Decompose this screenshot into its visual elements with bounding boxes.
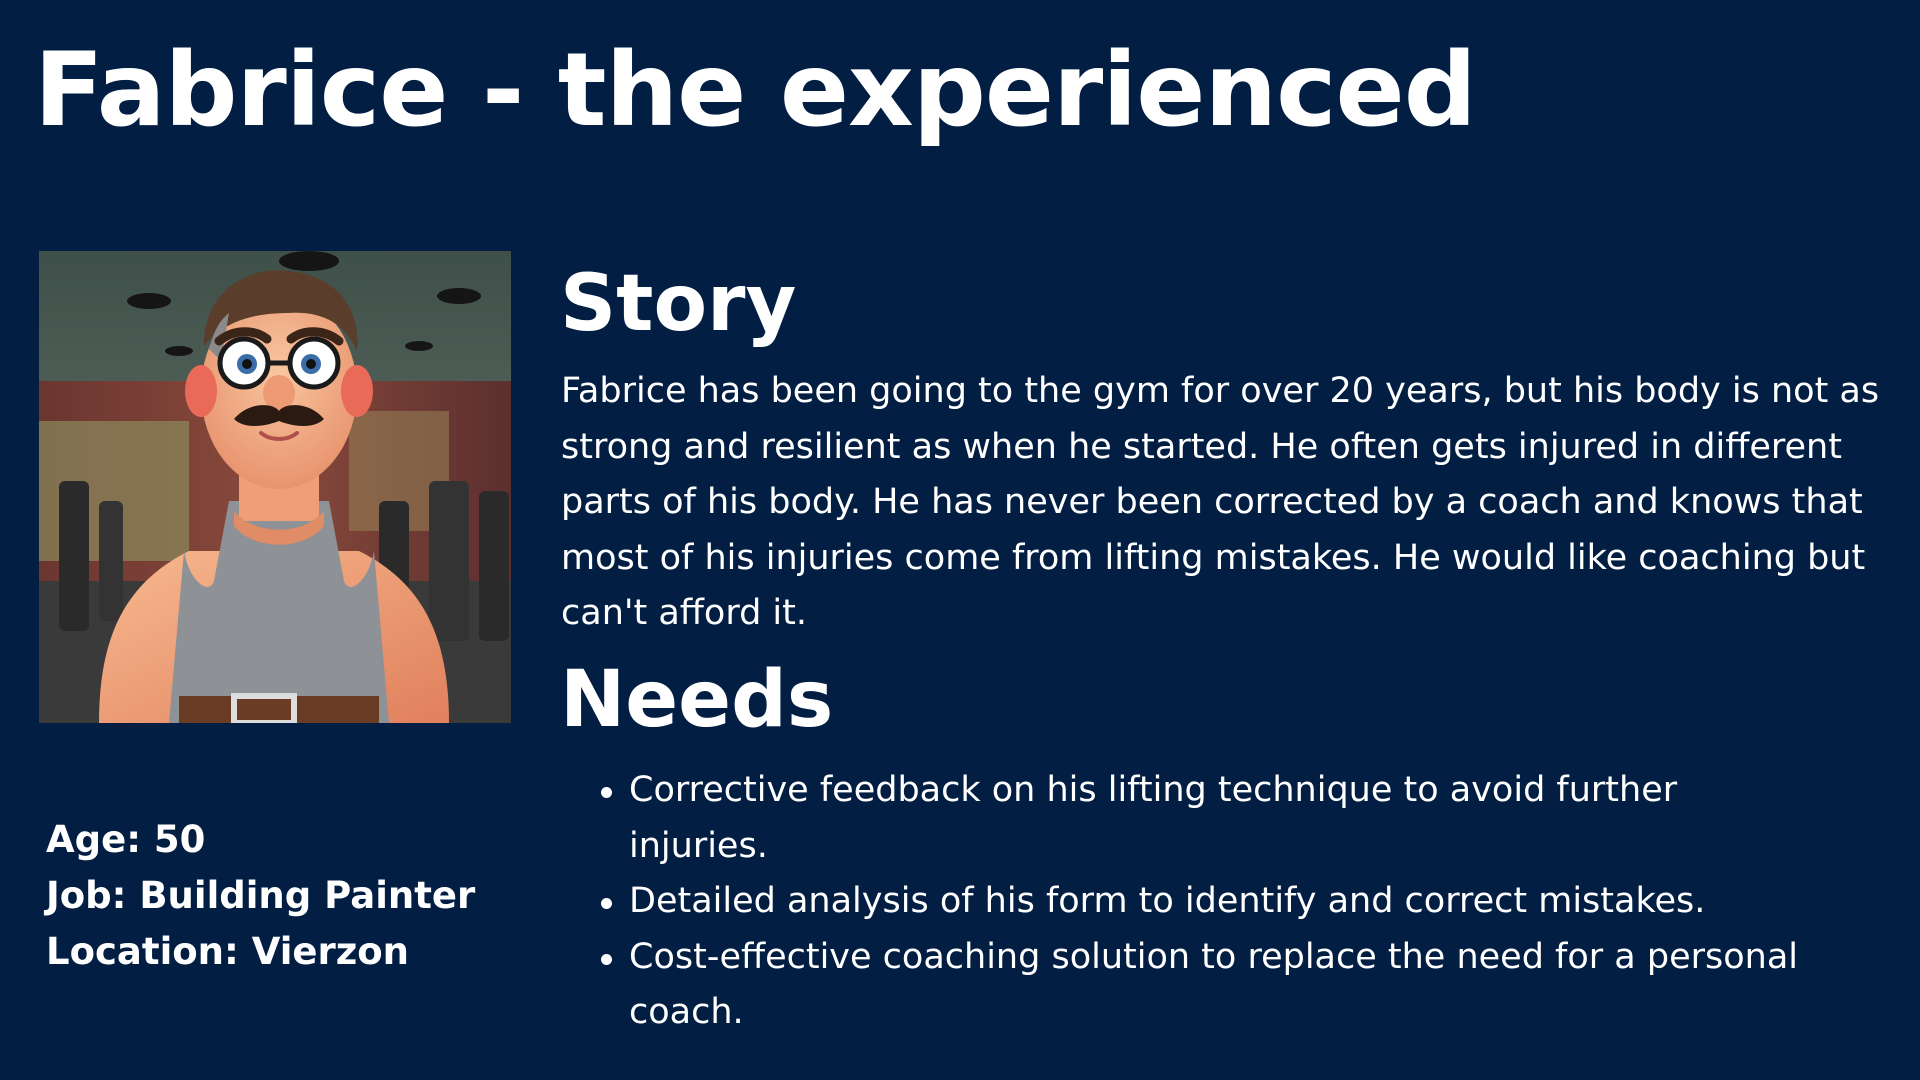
persona-portrait	[39, 251, 511, 723]
needs-item: Corrective feedback on his lifting techn…	[601, 763, 1819, 874]
needs-item: Cost-effective coaching solution to repl…	[601, 930, 1819, 1041]
page-title: Fabrice - the experienced	[34, 31, 1477, 150]
story-text: Fabrice has been going to the gym for ov…	[561, 371, 1880, 633]
needs-item: Detailed analysis of his form to identif…	[601, 874, 1819, 930]
needs-heading: Needs	[560, 655, 834, 745]
persona-location: Location: Vierzon	[46, 930, 410, 973]
persona-job: Job: Building Painter	[46, 874, 476, 917]
needs-list: Corrective feedback on his lifting techn…	[601, 763, 1819, 1041]
persona-info: Age: 50 Job: Building Painter Location: …	[46, 812, 475, 980]
story-heading: Story	[560, 259, 797, 349]
persona-age: Age: 50	[46, 818, 206, 861]
persona-portrait-illustration	[39, 251, 511, 723]
